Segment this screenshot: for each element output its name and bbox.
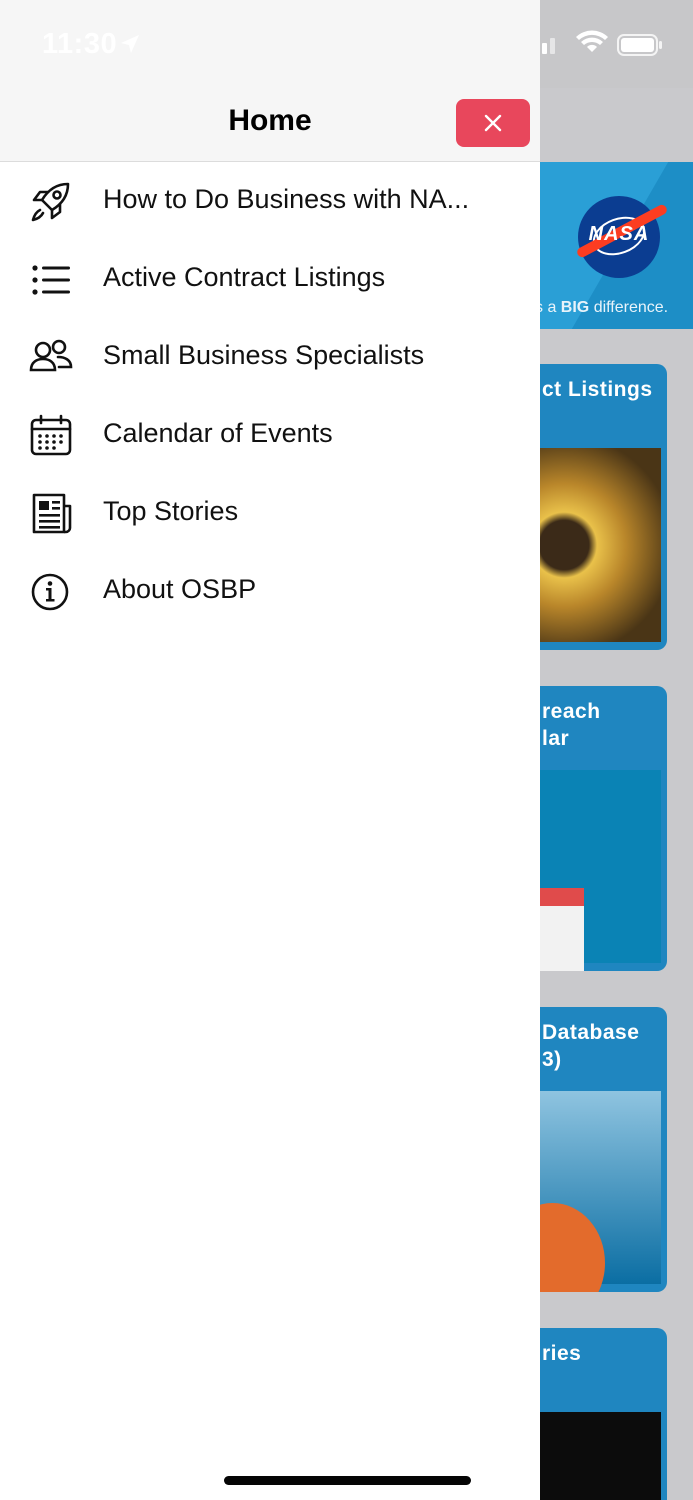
card-image xyxy=(540,448,661,642)
logo-text: NASA xyxy=(588,223,650,245)
status-time: 11:30 xyxy=(42,28,118,60)
menu-item-label: Active Contract Listings xyxy=(103,262,386,292)
menu-item-about-osbp[interactable]: About OSBP xyxy=(0,552,540,630)
menu-item-small-business-specialists[interactable]: Small Business Specialists xyxy=(0,318,540,396)
drawer-header: 11:30 Home xyxy=(0,0,540,162)
close-drawer-button[interactable] xyxy=(456,99,530,147)
home-indicator[interactable] xyxy=(224,1476,471,1485)
card-title-line1: Database xyxy=(542,1021,640,1044)
list-icon xyxy=(32,265,70,295)
close-icon xyxy=(484,114,502,132)
menu-item-label: Calendar of Events xyxy=(103,418,333,448)
card-title-line2: 3) xyxy=(542,1048,562,1071)
menu-item-calendar-of-events[interactable]: Calendar of Events xyxy=(0,396,540,474)
menu-item-label: Top Stories xyxy=(103,496,239,526)
card-image xyxy=(540,770,661,971)
side-drawer: 11:30 Home How to Do Business with NA...… xyxy=(0,0,540,1500)
banner-tagline: s a BIG difference. xyxy=(535,299,668,317)
card-database[interactable]: Database 3) xyxy=(520,1007,667,1292)
card-title: Database 3) xyxy=(542,1019,639,1073)
tagline-bold: BIG xyxy=(560,299,590,316)
menu-item-how-to-do-business[interactable]: How to Do Business with NA... xyxy=(0,162,540,240)
card-title: ries xyxy=(542,1342,582,1365)
rocket-icon xyxy=(31,182,70,222)
menu-item-label: Small Business Specialists xyxy=(103,340,425,370)
location-arrow-icon xyxy=(121,35,139,53)
status-icons xyxy=(530,30,665,65)
calendar-graphic-top xyxy=(540,888,584,906)
newspaper-icon xyxy=(32,493,72,534)
card-title: reach lar xyxy=(542,698,601,752)
card-outreach-calendar[interactable]: reach lar xyxy=(520,686,667,971)
calendar-icon xyxy=(30,414,72,456)
people-icon xyxy=(29,339,73,372)
signal-wifi-battery-icon xyxy=(534,30,662,56)
card-title-line2: lar xyxy=(542,727,570,750)
card-image xyxy=(540,1412,661,1500)
card-contract-listings[interactable]: ct Listings xyxy=(520,364,667,650)
tagline-suffix: difference. xyxy=(589,299,669,316)
card-image xyxy=(520,1091,661,1292)
menu-item-label: About OSBP xyxy=(103,574,257,604)
card-stories[interactable]: ries xyxy=(520,1328,667,1500)
card-title-line1: reach xyxy=(542,700,601,723)
menu-item-active-contract-listings[interactable]: Active Contract Listings xyxy=(0,240,540,318)
menu-item-label: How to Do Business with NA... xyxy=(103,184,470,214)
card-title: ct Listings xyxy=(542,378,653,401)
nasa-logo: NASA xyxy=(575,196,669,278)
menu-item-top-stories[interactable]: Top Stories xyxy=(0,474,540,552)
info-icon xyxy=(31,573,69,611)
